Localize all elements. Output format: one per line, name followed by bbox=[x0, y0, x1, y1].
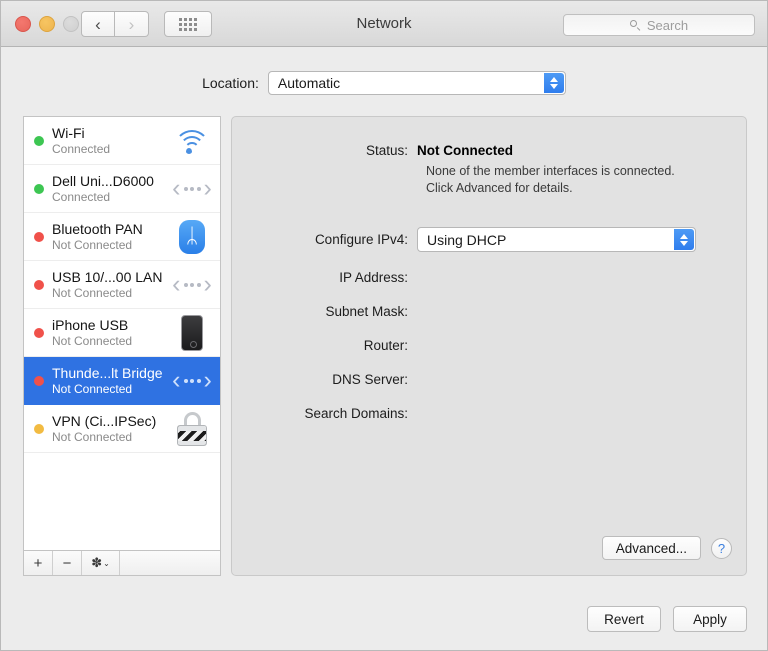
subnet-mask-label: Subnet Mask: bbox=[325, 304, 408, 319]
service-list-item[interactable]: Thunde...lt Bridge Not Connected ‹ › bbox=[24, 357, 220, 405]
service-text: Wi-Fi Connected bbox=[52, 125, 168, 157]
status-dot-icon bbox=[34, 423, 44, 434]
service-icon bbox=[170, 313, 214, 353]
ip-address-label: IP Address: bbox=[339, 270, 408, 285]
configure-ipv4-select[interactable]: Using DHCP bbox=[417, 227, 696, 252]
advanced-button[interactable]: Advanced... bbox=[601, 536, 701, 560]
service-list-panel: Wi-Fi Connected Dell Uni...D6000 Connected ‹… bbox=[23, 116, 221, 576]
service-text: USB 10/...00 LAN Not Connected bbox=[52, 269, 168, 301]
service-name: Bluetooth PAN bbox=[52, 220, 143, 237]
router-row: Router: bbox=[232, 338, 417, 353]
iphone-icon bbox=[181, 314, 203, 351]
service-list-item[interactable]: iPhone USB Not Connected bbox=[24, 309, 220, 357]
status-help-line-2: Click Advanced for details. bbox=[426, 180, 573, 195]
service-actions-button[interactable]: ✽ ⌄ bbox=[82, 551, 120, 575]
status-dot-icon bbox=[34, 279, 44, 290]
apply-button[interactable]: Apply bbox=[673, 606, 747, 632]
configure-ipv4-row: Configure IPv4: Using DHCP bbox=[232, 227, 696, 252]
service-list-item[interactable]: Bluetooth PAN Not Connected ᛦ bbox=[24, 213, 220, 261]
router-label: Router: bbox=[363, 338, 408, 353]
service-name: USB 10/...00 LAN bbox=[52, 268, 163, 285]
service-name: Dell Uni...D6000 bbox=[52, 172, 154, 189]
service-icon bbox=[170, 121, 214, 161]
service-state: Not Connected bbox=[52, 237, 133, 252]
bluetooth-icon: ᛦ bbox=[179, 219, 205, 254]
search-domains-label: Search Domains: bbox=[304, 406, 408, 421]
titlebar: ‹ › Network Search bbox=[1, 1, 767, 47]
service-text: iPhone USB Not Connected bbox=[52, 317, 168, 349]
revert-button[interactable]: Revert bbox=[587, 606, 661, 632]
configure-ipv4-value: Using DHCP bbox=[427, 231, 507, 248]
add-service-button[interactable]: + bbox=[24, 551, 53, 575]
service-name: Wi-Fi bbox=[52, 124, 85, 141]
service-text: VPN (Ci...IPSec) Not Connected bbox=[52, 413, 168, 445]
status-dot-icon bbox=[34, 327, 44, 338]
minus-icon: − bbox=[62, 554, 72, 572]
service-list-item[interactable]: USB 10/...00 LAN Not Connected ‹ › bbox=[24, 261, 220, 309]
dns-server-label: DNS Server: bbox=[332, 372, 408, 387]
service-state: Not Connected bbox=[52, 381, 133, 396]
service-text: Bluetooth PAN Not Connected bbox=[52, 221, 168, 253]
remove-service-button[interactable]: − bbox=[53, 551, 82, 575]
search-icon bbox=[629, 19, 641, 31]
status-row: Status: Not Connected bbox=[232, 143, 513, 158]
location-select[interactable]: Automatic bbox=[267, 71, 566, 95]
help-button[interactable]: ? bbox=[711, 537, 732, 559]
ethernet-icon: ‹ › bbox=[172, 270, 212, 298]
location-value: Automatic bbox=[277, 75, 341, 91]
search-placeholder: Search bbox=[646, 17, 689, 33]
service-state: Not Connected bbox=[52, 333, 133, 348]
status-dot-icon bbox=[34, 231, 44, 242]
status-help-text: None of the member interfaces is connect… bbox=[426, 163, 675, 196]
network-preferences-window: ‹ › Network Search Location: Automatic W… bbox=[0, 0, 768, 651]
status-value: Not Connected bbox=[417, 143, 513, 158]
ethernet-icon: ‹ › bbox=[172, 174, 212, 202]
service-text: Dell Uni...D6000 Connected bbox=[52, 173, 168, 205]
lock-icon bbox=[176, 411, 208, 446]
chevron-down-icon: ⌄ bbox=[103, 558, 110, 568]
service-icon: ‹ › bbox=[170, 361, 214, 401]
search-domains-row: Search Domains: bbox=[232, 406, 417, 421]
status-dot-icon bbox=[34, 375, 44, 386]
status-help-line-1: None of the member interfaces is connect… bbox=[426, 164, 675, 178]
service-name: VPN (Ci...IPSec) bbox=[52, 412, 157, 429]
service-list-toolbar: + − ✽ ⌄ bbox=[24, 550, 220, 575]
wifi-icon bbox=[174, 129, 210, 154]
location-label: Location: bbox=[202, 75, 259, 91]
service-list-item[interactable]: Wi-Fi Connected bbox=[24, 117, 220, 165]
plus-icon: + bbox=[33, 554, 43, 572]
stepper-icon bbox=[674, 229, 694, 250]
service-detail-panel: Status: Not Connected None of the member… bbox=[231, 116, 747, 576]
service-state: Connected bbox=[52, 141, 111, 156]
service-list-item[interactable]: VPN (Ci...IPSec) Not Connected bbox=[24, 405, 220, 453]
service-state: Connected bbox=[52, 189, 111, 204]
service-list-item[interactable]: Dell Uni...D6000 Connected ‹ › bbox=[24, 165, 220, 213]
location-row: Location: Automatic bbox=[1, 71, 767, 95]
ethernet-icon: ‹ › bbox=[172, 366, 212, 394]
service-icon: ᛦ bbox=[170, 217, 214, 257]
service-name: Thunde...lt Bridge bbox=[52, 364, 163, 381]
window-actions: Revert Apply bbox=[587, 606, 747, 632]
stepper-icon bbox=[543, 73, 564, 93]
detail-actions: Advanced... ? bbox=[601, 536, 732, 560]
subnet-mask-row: Subnet Mask: bbox=[232, 304, 417, 319]
service-text: Thunde...lt Bridge Not Connected bbox=[52, 365, 168, 397]
status-dot-icon bbox=[34, 183, 44, 194]
dns-server-row: DNS Server: bbox=[232, 372, 417, 387]
search-input[interactable]: Search bbox=[563, 14, 755, 36]
status-dot-icon bbox=[34, 135, 44, 146]
toolbar-filler bbox=[120, 551, 220, 575]
gear-icon: ✽ bbox=[91, 555, 103, 570]
service-icon bbox=[170, 409, 214, 449]
service-state: Not Connected bbox=[52, 429, 133, 444]
configure-ipv4-label: Configure IPv4: bbox=[314, 232, 408, 247]
service-list[interactable]: Wi-Fi Connected Dell Uni...D6000 Connected ‹… bbox=[24, 117, 220, 550]
service-state: Not Connected bbox=[52, 285, 133, 300]
service-icon: ‹ › bbox=[170, 169, 214, 209]
service-icon: ‹ › bbox=[170, 265, 214, 305]
status-label: Status: bbox=[365, 143, 408, 158]
service-name: iPhone USB bbox=[52, 316, 129, 333]
ip-address-row: IP Address: bbox=[232, 270, 417, 285]
